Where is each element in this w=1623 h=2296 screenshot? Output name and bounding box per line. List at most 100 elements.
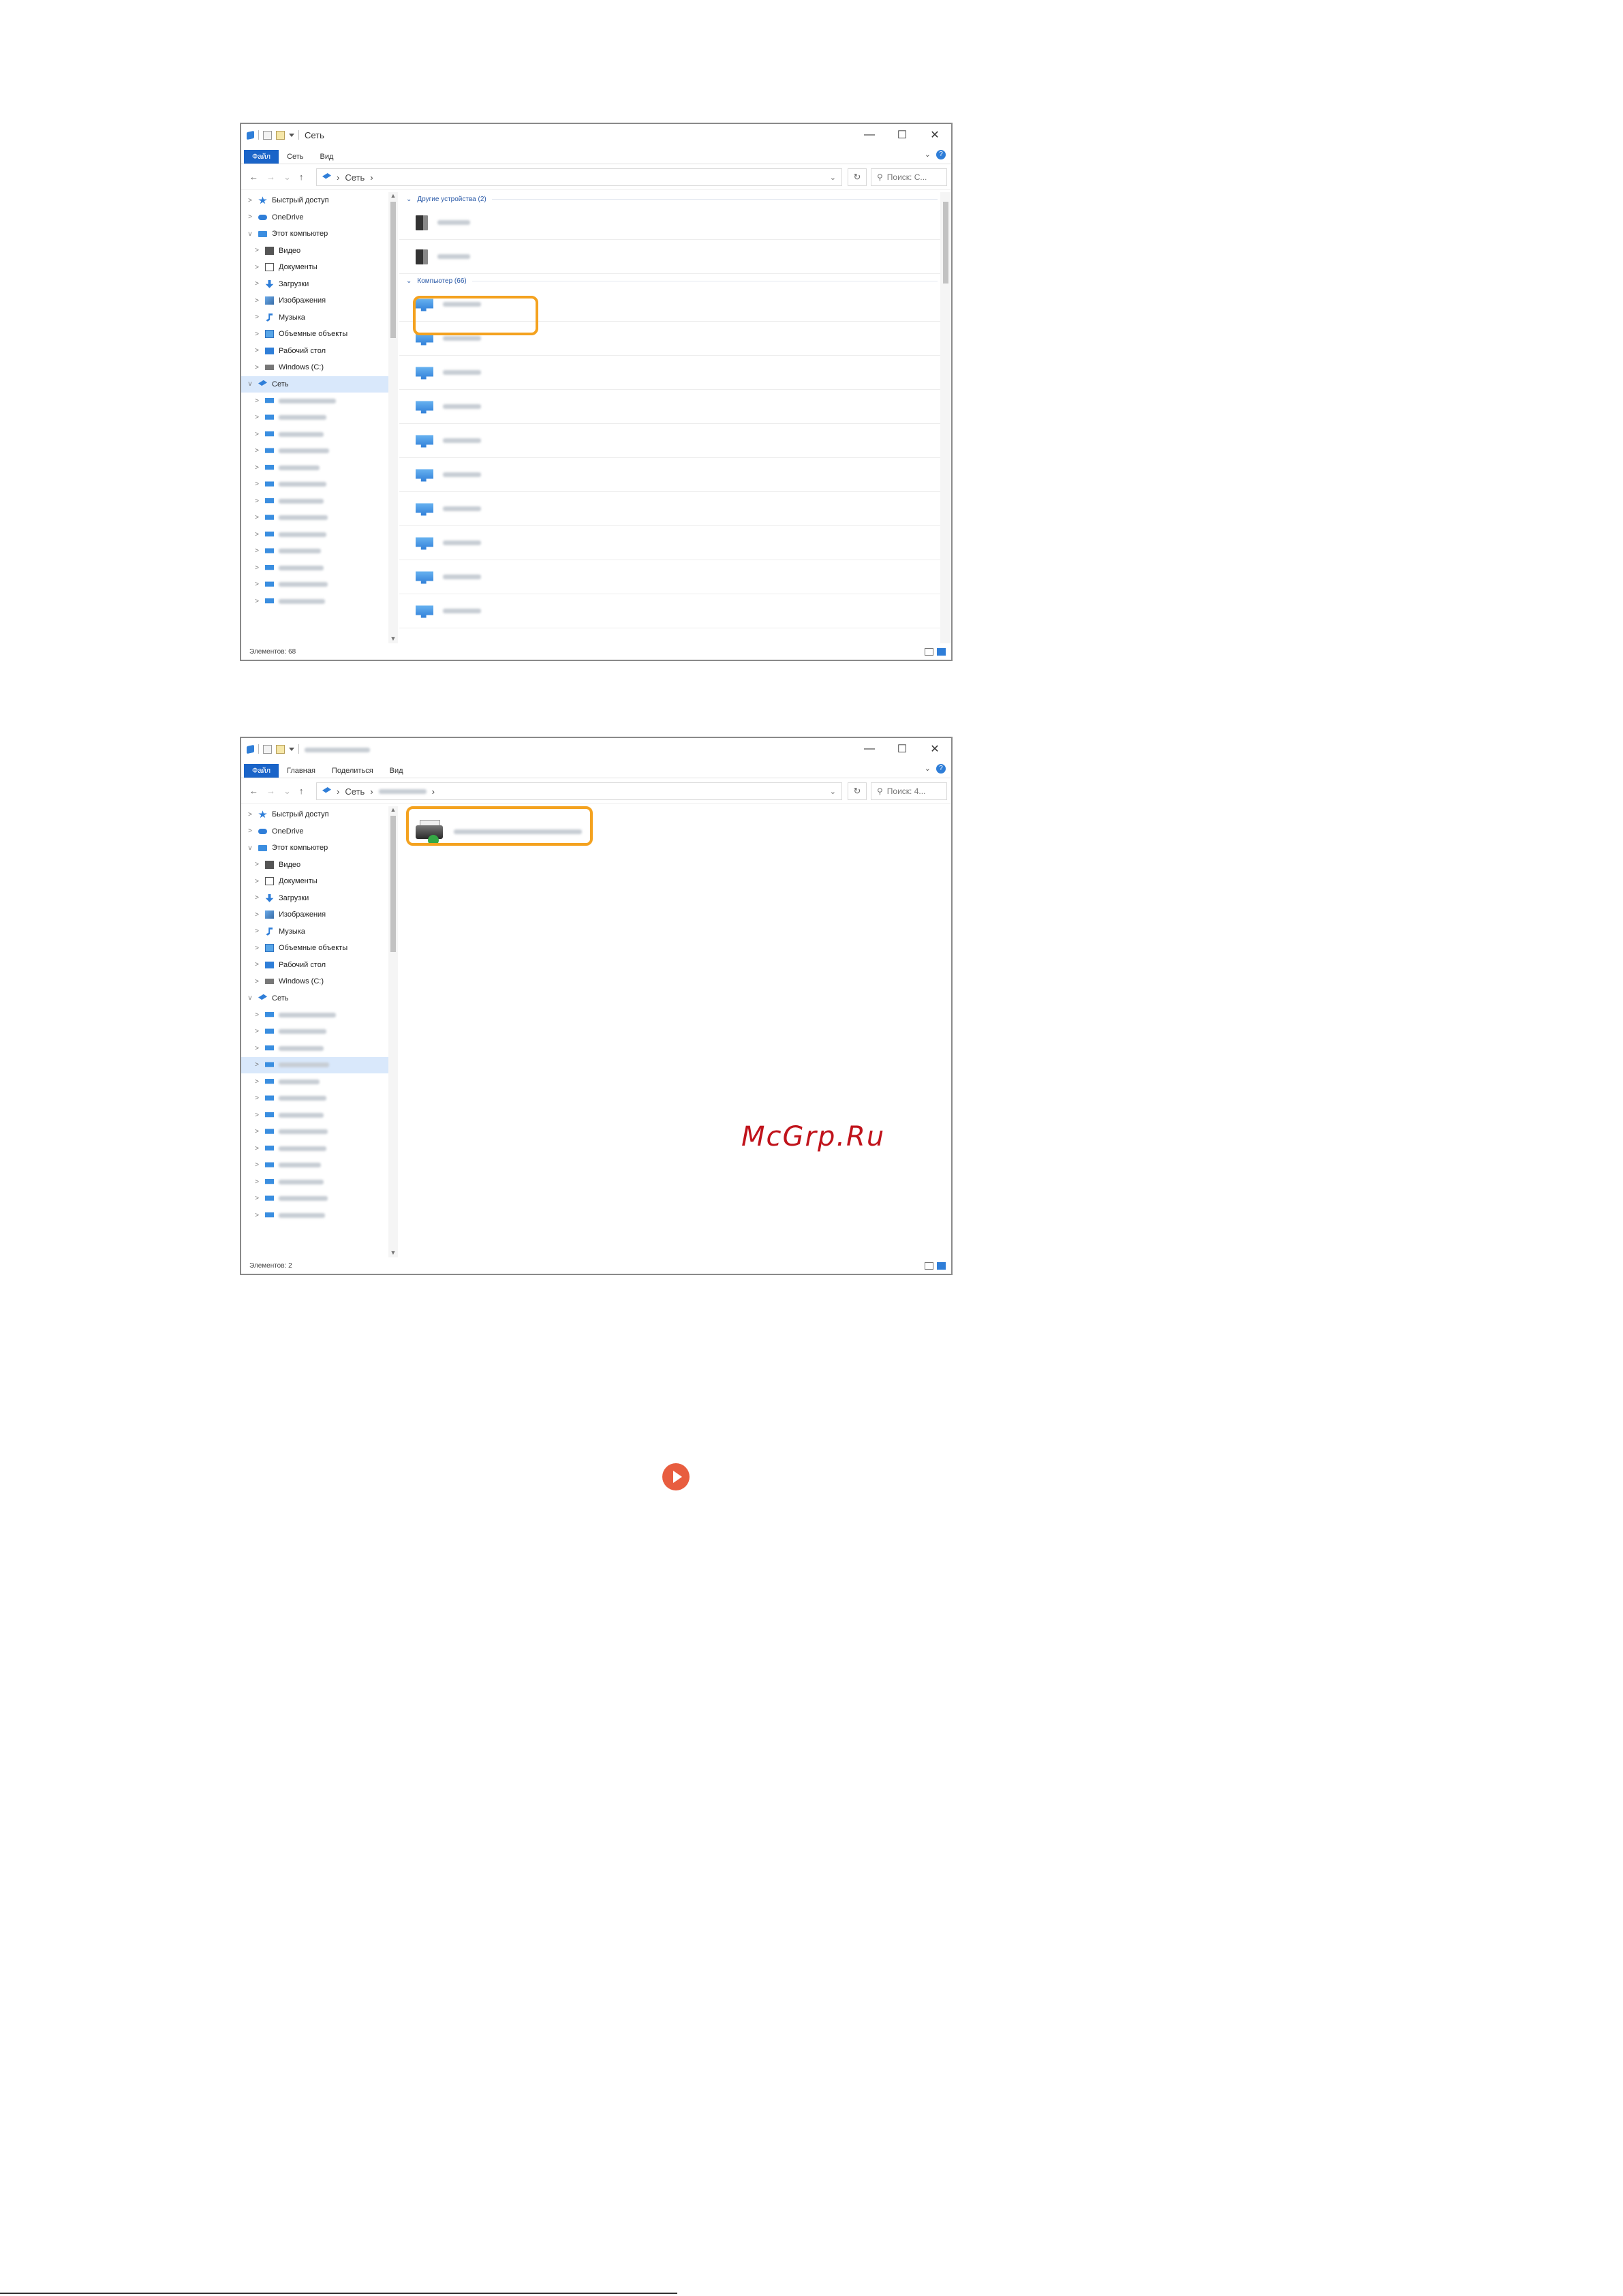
scroll-thumb[interactable] — [390, 202, 396, 338]
nav-item[interactable]: > OneDrive — [241, 209, 388, 226]
expand-chevron-icon[interactable]: > — [253, 480, 260, 488]
scroll-down-icon[interactable]: ▼ — [388, 1249, 398, 1257]
computer-item[interactable] — [399, 526, 940, 560]
recent-dropdown[interactable]: ⌄ — [283, 786, 291, 797]
tab-share[interactable]: Поделиться — [324, 764, 382, 778]
breadcrumb-network[interactable]: Сеть — [345, 172, 365, 183]
minimize-button[interactable]: — — [853, 738, 886, 760]
expand-chevron-icon[interactable]: > — [253, 514, 260, 521]
expand-ribbon-icon[interactable]: ⌄ — [925, 150, 931, 159]
expand-chevron-icon[interactable]: > — [253, 280, 260, 288]
navigation-scrollbar[interactable]: ▲ ▼ — [388, 806, 398, 1257]
nav-item[interactable]: > Объемные объекты — [241, 940, 388, 957]
expand-chevron-icon[interactable]: > — [253, 1045, 260, 1052]
expand-chevron-icon[interactable]: > — [253, 1161, 260, 1169]
nav-item[interactable]: > Рабочий стол — [241, 343, 388, 360]
device-item[interactable] — [399, 240, 940, 274]
network-computer-item[interactable]: > — [241, 1191, 388, 1208]
nav-item[interactable]: > Видео — [241, 857, 388, 874]
expand-chevron-icon[interactable]: > — [253, 564, 260, 572]
tab-view[interactable]: Вид — [382, 764, 412, 778]
network-computer-item[interactable]: > — [241, 510, 388, 527]
details-view-icon[interactable] — [925, 1261, 933, 1270]
expand-chevron-icon[interactable]: > — [253, 1095, 260, 1102]
group-header[interactable]: ⌄ Другие устройства (2) — [399, 192, 940, 206]
expand-chevron-icon[interactable]: > — [253, 1178, 260, 1186]
expand-chevron-icon[interactable]: > — [253, 1195, 260, 1202]
scroll-up-icon[interactable]: ▲ — [388, 192, 398, 200]
tab-file[interactable]: Файл — [244, 764, 279, 778]
expand-chevron-icon[interactable]: > — [253, 331, 260, 338]
expand-chevron-icon[interactable]: > — [253, 547, 260, 555]
network-computer-item[interactable]: > — [241, 476, 388, 493]
breadcrumb-device[interactable] — [378, 789, 427, 794]
close-button[interactable]: ✕ — [918, 124, 951, 146]
nav-item[interactable]: > Быстрый доступ — [241, 192, 388, 209]
refresh-button[interactable]: ↻ — [848, 782, 867, 800]
expand-chevron-icon[interactable]: > — [253, 945, 260, 952]
network-computer-item[interactable]: > — [241, 1056, 388, 1073]
network-computer-item[interactable]: > — [241, 1140, 388, 1157]
expand-chevron-icon[interactable]: > — [253, 581, 260, 588]
expand-chevron-icon[interactable]: > — [253, 297, 260, 305]
large-icons-view-icon[interactable] — [937, 647, 946, 656]
nav-item[interactable]: > Документы — [241, 873, 388, 890]
back-button[interactable]: ← — [249, 786, 258, 797]
expand-chevron-icon[interactable]: > — [253, 313, 260, 321]
network-computer-item[interactable]: > — [241, 410, 388, 427]
expand-chevron-icon[interactable]: > — [253, 894, 260, 902]
expand-chevron-icon[interactable]: > — [253, 1128, 260, 1135]
details-view-icon[interactable] — [925, 647, 933, 656]
network-computer-item[interactable]: > — [241, 543, 388, 560]
search-input[interactable]: ⚲ Поиск: С... — [871, 168, 947, 186]
up-button[interactable]: ↑ — [299, 786, 304, 797]
close-button[interactable]: ✕ — [918, 738, 951, 760]
expand-chevron-icon[interactable]: > — [247, 827, 253, 835]
expand-chevron-icon[interactable]: > — [253, 1028, 260, 1035]
nav-item[interactable]: > Видео — [241, 243, 388, 260]
expand-chevron-icon[interactable]: v — [247, 844, 253, 852]
network-computer-item[interactable]: > — [241, 1073, 388, 1090]
back-button[interactable]: ← — [249, 172, 258, 183]
nav-item[interactable]: v Сеть — [241, 376, 388, 393]
collapse-chevron-icon[interactable]: ⌄ — [406, 277, 412, 285]
new-folder-icon[interactable] — [276, 130, 285, 140]
expand-chevron-icon[interactable]: > — [253, 598, 260, 605]
address-dropdown-icon[interactable]: ⌄ — [830, 173, 836, 182]
expand-chevron-icon[interactable]: > — [253, 1011, 260, 1019]
network-computer-item[interactable]: > — [241, 560, 388, 577]
network-computer-item[interactable]: > — [241, 426, 388, 443]
network-computer-item[interactable]: > — [241, 1024, 388, 1041]
scroll-down-icon[interactable]: ▼ — [388, 635, 398, 643]
nav-item[interactable]: > Изображения — [241, 906, 388, 923]
address-dropdown-icon[interactable]: ⌄ — [830, 787, 836, 796]
forward-button[interactable]: → — [266, 786, 275, 797]
expand-chevron-icon[interactable]: > — [253, 347, 260, 354]
network-computer-item[interactable]: > — [241, 443, 388, 460]
expand-chevron-icon[interactable]: > — [253, 911, 260, 919]
expand-chevron-icon[interactable]: > — [253, 397, 260, 405]
expand-chevron-icon[interactable]: > — [253, 464, 260, 472]
tab-home[interactable]: Главная — [279, 764, 324, 778]
network-computer-item[interactable]: > — [241, 1040, 388, 1057]
help-button[interactable]: ? — [936, 150, 946, 159]
up-button[interactable]: ↑ — [299, 172, 304, 183]
computer-item[interactable] — [399, 560, 940, 594]
nav-item[interactable]: v Сеть — [241, 990, 388, 1007]
group-header[interactable]: ⌄ Компьютер (66) — [399, 274, 940, 288]
nav-item[interactable]: > Музыка — [241, 923, 388, 940]
computer-item[interactable] — [399, 458, 940, 492]
address-bar[interactable]: › Сеть › ⌄ — [316, 168, 842, 186]
network-computer-item[interactable]: > — [241, 1157, 388, 1174]
refresh-button[interactable]: ↻ — [848, 168, 867, 186]
expand-chevron-icon[interactable]: > — [253, 1112, 260, 1119]
nav-item[interactable]: > Быстрый доступ — [241, 806, 388, 823]
address-bar[interactable]: › Сеть › › ⌄ — [316, 782, 842, 800]
network-computer-item[interactable]: > — [241, 1107, 388, 1124]
nav-item[interactable]: > Изображения — [241, 292, 388, 309]
computer-item[interactable] — [399, 594, 940, 628]
network-computer-item[interactable]: > — [241, 1090, 388, 1107]
network-computer-item[interactable]: > — [241, 577, 388, 594]
computer-item[interactable] — [399, 492, 940, 526]
navigation-scrollbar[interactable]: ▲ ▼ — [388, 192, 398, 643]
